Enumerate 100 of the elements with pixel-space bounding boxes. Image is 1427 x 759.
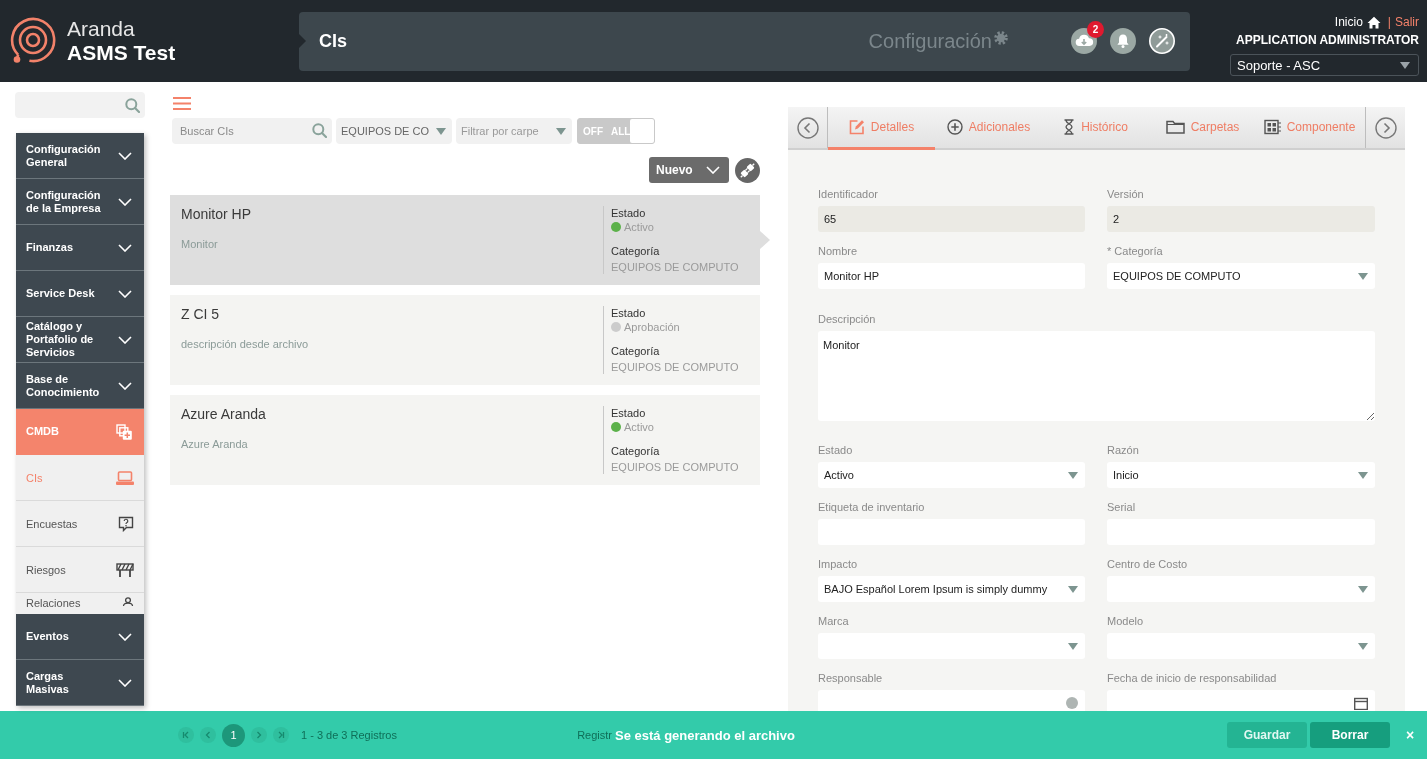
product-name: ASMS Test	[67, 41, 176, 65]
home-link[interactable]: Inicio	[1334, 14, 1363, 30]
date-field[interactable]	[1107, 690, 1375, 711]
menu-icon[interactable]	[173, 97, 191, 110]
menu-item[interactable]: Finanzas	[16, 225, 144, 271]
status-text: Activo	[624, 420, 654, 434]
ci-card[interactable]: Azure Aranda Azure Aranda Estado Activo Categoría EQUIPOS DE COMPUTO	[170, 395, 760, 485]
search-field[interactable]: Buscar CIs	[172, 118, 332, 144]
readonly-field[interactable]: 65	[818, 206, 1085, 232]
select-field[interactable]: BAJO Español Lorem Ipsum is simply dummy	[818, 576, 1085, 602]
bell-icon[interactable]	[1110, 28, 1136, 54]
last-page-icon[interactable]	[273, 727, 289, 743]
ci-card[interactable]: Monitor HP Monitor Estado Activo Categoría EQUIPOS DE COMPUTO	[170, 195, 760, 285]
chevron-down-icon	[118, 678, 132, 687]
chevron-down-icon	[706, 166, 720, 174]
category-label: Categoría	[611, 444, 660, 458]
category-value: EQUIPOS DE COMPUTO	[611, 260, 739, 274]
home-icon[interactable]	[1366, 15, 1381, 29]
category-label: Categoría	[611, 244, 660, 258]
menu-item[interactable]: Catálogo y Portafolio de Servicios	[16, 317, 144, 363]
field-label: Razón	[1107, 443, 1139, 457]
search-icon	[312, 123, 327, 138]
chevron-down-icon	[118, 632, 132, 641]
chevron-right-circle-icon[interactable]	[1374, 116, 1397, 139]
select-field[interactable]	[1107, 576, 1375, 602]
caret-down-icon	[1358, 471, 1368, 479]
textarea-field[interactable]: Monitor	[818, 331, 1375, 421]
magic-wand-icon[interactable]	[1149, 28, 1175, 54]
category-value: EQUIPOS DE COMPUTO	[611, 460, 739, 474]
category-label: Categoría	[611, 344, 660, 358]
caret-down-icon	[556, 127, 566, 135]
search-icon	[125, 97, 140, 113]
plug-icon[interactable]	[735, 157, 760, 183]
chevron-down-icon	[118, 289, 132, 298]
filter-select[interactable]: EQUIPOS DE CO	[336, 118, 452, 144]
menu-item[interactable]: Service Desk	[16, 271, 144, 317]
ci-title: Azure Aranda	[181, 405, 266, 423]
menu-item[interactable]: Configuración General	[16, 133, 144, 179]
page-title: CIs	[319, 30, 347, 52]
field-label: Fecha de inicio de responsabilidad	[1107, 671, 1277, 685]
record-count: 1 - 3 de 3 Registros	[301, 729, 397, 741]
select-field[interactable]: Activo	[818, 462, 1085, 488]
caret-down-icon	[1068, 471, 1078, 479]
menu-item[interactable]: Configuración de la Empresa	[16, 179, 144, 225]
circle-icon	[1066, 697, 1078, 709]
previous-page-icon[interactable]	[200, 727, 216, 743]
folder-icon	[1165, 120, 1185, 134]
submenu-item[interactable]: Encuestas	[16, 501, 144, 547]
menu-item[interactable]: Eventos	[16, 614, 144, 660]
select-field[interactable]	[818, 633, 1085, 659]
select-field[interactable]	[1107, 633, 1375, 659]
status-text: Aprobación	[624, 320, 680, 334]
menu-item[interactable]: Cargas Masivas	[16, 660, 144, 706]
laptop-icon	[116, 470, 134, 485]
search-field[interactable]	[15, 92, 145, 118]
caret-down-icon	[1358, 585, 1368, 593]
caret-down-icon	[1068, 585, 1078, 593]
field-label: Descripción	[818, 312, 876, 326]
field-label: Impacto	[818, 557, 858, 571]
lookup-field[interactable]	[818, 690, 1085, 711]
selection-pointer-icon	[760, 231, 770, 249]
chevron-down-icon	[118, 335, 132, 344]
person-icon	[122, 597, 134, 606]
new-button[interactable]: Nuevo	[649, 157, 729, 183]
menu-item[interactable]: Base de Conocimiento	[16, 363, 144, 409]
select-field[interactable]: Inicio	[1107, 462, 1375, 488]
chevron-left-circle-icon[interactable]	[796, 116, 819, 139]
notification-badge: 2	[1087, 21, 1104, 38]
grid-panel-icon	[1263, 119, 1281, 135]
submenu-item[interactable]: Relaciones	[16, 593, 144, 614]
ci-description: Azure Aranda	[181, 437, 248, 451]
stacked-squares-plus-icon	[116, 423, 132, 440]
field-label: Identificador	[818, 187, 878, 201]
submenu-item[interactable]: Riesgos	[16, 547, 144, 593]
chevron-down-icon	[118, 381, 132, 390]
road-barrier-icon	[116, 562, 134, 577]
ci-title: Monitor HP	[181, 205, 252, 223]
caret-down-icon	[1358, 272, 1368, 280]
spiral-logo-icon	[8, 17, 56, 65]
question-bubble-icon	[118, 515, 134, 532]
status-label: Estado	[611, 206, 646, 220]
next-page-icon[interactable]	[251, 727, 267, 743]
chevron-down-icon	[118, 243, 132, 252]
logout-link[interactable]: Salir	[1395, 14, 1419, 30]
field-label: Marca	[818, 614, 849, 628]
toast-message: Se está generando el archivo	[615, 727, 795, 743]
field-label: Versión	[1107, 187, 1144, 201]
project-select[interactable]: Soporte - ASC	[1230, 54, 1419, 76]
readonly-field[interactable]: 2	[1107, 206, 1375, 232]
caret-down-icon	[436, 127, 446, 135]
select-field[interactable]: EQUIPOS DE COMPUTO	[1107, 263, 1375, 289]
field-label: Estado	[818, 443, 853, 457]
field-label: Etiqueta de inventario	[818, 500, 925, 514]
first-page-icon[interactable]	[178, 727, 194, 743]
caret-down-icon	[1068, 642, 1078, 650]
field-label: * Categoría	[1107, 244, 1163, 258]
text-field[interactable]: Monitor HP	[818, 263, 1085, 289]
ci-card[interactable]: Z CI 5 descripción desde archivo Estado Aprobación Categoría EQUIPOS DE COMPUTO	[170, 295, 760, 385]
field-label: Modelo	[1107, 614, 1144, 628]
page-button[interactable]: 1	[222, 723, 245, 747]
